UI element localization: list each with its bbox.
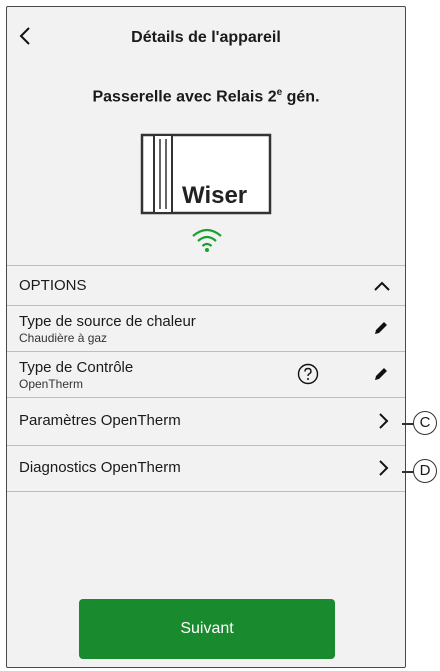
gateway-device-image: Wiser <box>140 133 272 215</box>
chevron-up-icon[interactable] <box>373 277 391 295</box>
row-heat-source-type[interactable]: Type de source de chaleur Chaudière à ga… <box>7 305 405 351</box>
help-icon[interactable] <box>297 363 319 385</box>
device-name-text: Passerelle avec Relais 2 <box>92 88 277 106</box>
row-subtitle: Chaudière à gaz <box>19 331 108 345</box>
row-control-type[interactable]: Type de Contrôle OpenTherm <box>7 351 405 397</box>
page-title: Détails de l'appareil <box>131 29 281 46</box>
callout-d: D <box>413 459 437 483</box>
row-opentherm-settings[interactable]: Paramètres OpenTherm <box>7 397 405 445</box>
device-logo-text: Wiser <box>182 182 247 209</box>
wifi-icon <box>192 228 222 252</box>
row-subtitle: OpenTherm <box>19 377 84 391</box>
options-label: OPTIONS <box>19 277 87 294</box>
row-title: Type de source de chaleur <box>19 313 196 330</box>
row-title: Paramètres OpenTherm <box>19 412 181 429</box>
divider <box>7 491 405 492</box>
row-title: Diagnostics OpenTherm <box>19 459 181 476</box>
pencil-icon[interactable] <box>373 366 389 382</box>
chevron-right-icon[interactable] <box>377 413 391 429</box>
options-header[interactable]: OPTIONS <box>7 265 405 305</box>
pencil-icon[interactable] <box>373 320 389 336</box>
device-name: Passerelle avec Relais 2e gén. <box>7 87 405 106</box>
chevron-right-icon[interactable] <box>377 460 391 476</box>
next-button[interactable]: Suivant <box>79 599 335 659</box>
device-name-suffix: gén. <box>282 88 320 106</box>
app-screen: Détails de l'appareil Passerelle avec Re… <box>6 6 406 668</box>
row-opentherm-diagnostics[interactable]: Diagnostics OpenTherm <box>7 445 405 491</box>
callout-c: C <box>413 411 437 435</box>
row-title: Type de Contrôle <box>19 359 134 376</box>
header: Détails de l'appareil <box>7 7 405 77</box>
